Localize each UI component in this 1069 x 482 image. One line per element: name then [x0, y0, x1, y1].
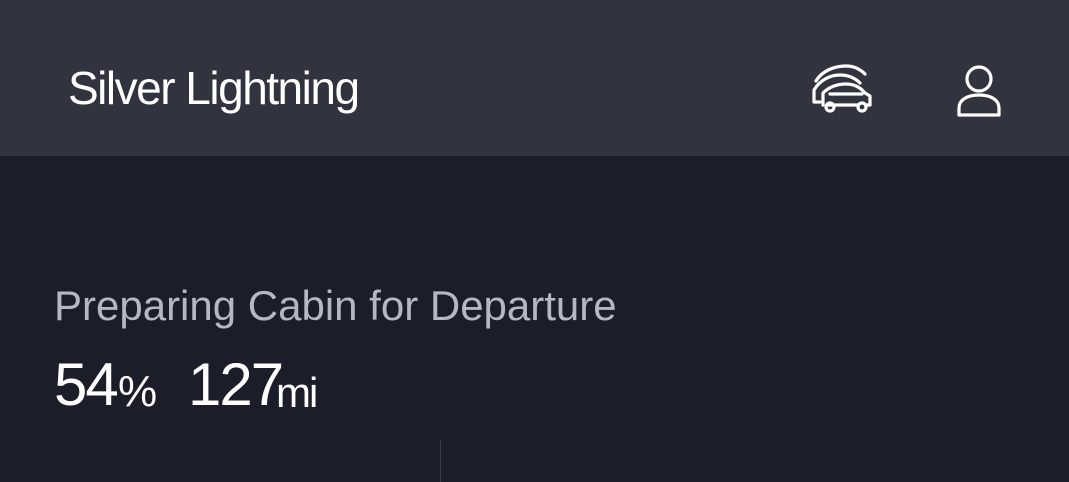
charge-percentage-value: 54 [54, 351, 119, 418]
car-garage-icon [812, 64, 872, 113]
cabin-status-title: Preparing Cabin for Departure [54, 282, 617, 329]
range-value: 127 [188, 351, 284, 418]
divider-line [440, 440, 441, 482]
range-unit: mi [276, 369, 318, 416]
charge-percentage-unit: % [118, 367, 157, 416]
vehicle-name[interactable]: Silver Lightning [68, 58, 360, 118]
person-icon [957, 65, 1001, 117]
account-button[interactable] [950, 62, 1008, 120]
vehicle-switcher-button[interactable] [810, 62, 876, 118]
app-header: Silver Lightning [0, 0, 1069, 156]
